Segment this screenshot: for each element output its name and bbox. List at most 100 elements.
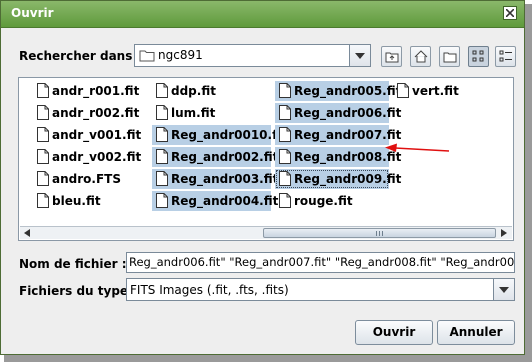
file-icon xyxy=(37,193,49,214)
file-name: andr_r001.fit xyxy=(52,84,140,98)
file-name-input[interactable]: Reg_andr006.fit" "Reg_andr007.fit" "Reg_… xyxy=(126,252,515,273)
file-list-item[interactable]: andr_v001.fit xyxy=(33,125,151,145)
file-icon xyxy=(37,127,49,148)
file-icon xyxy=(37,193,49,208)
file-icon xyxy=(397,83,409,98)
file-icon xyxy=(37,105,49,126)
folder-icon xyxy=(139,50,155,62)
look-in-label: Rechercher dans : xyxy=(19,49,142,63)
file-list-item[interactable]: andr_r001.fit xyxy=(33,81,151,101)
file-icon xyxy=(37,149,49,170)
scrollbar-thumb[interactable] xyxy=(263,228,496,238)
file-list-item[interactable]: andro.FTS xyxy=(33,169,151,189)
file-list-item[interactable]: Reg_andr002.fit xyxy=(152,147,278,170)
file-list-item[interactable]: rouge.fit xyxy=(275,191,389,211)
new-folder-button[interactable] xyxy=(439,46,460,67)
home-button[interactable] xyxy=(410,46,431,67)
open-button[interactable]: Ouvrir xyxy=(355,320,433,345)
file-icon xyxy=(279,105,291,120)
file-icon xyxy=(156,171,168,186)
file-name: andro.FTS xyxy=(52,172,121,186)
arrow-left-icon xyxy=(24,229,30,237)
file-list-item[interactable]: ddp.fit xyxy=(152,81,271,101)
file-list[interactable]: andr_r001.fit andr_r002.fit andr_v001.fita… xyxy=(18,77,514,241)
file-type-combo[interactable]: FITS Images (.fit, .fts, .fits) xyxy=(126,278,515,301)
file-type-value: FITS Images (.fit, .fts, .fits) xyxy=(130,283,289,297)
file-name: Reg_andr004.fit xyxy=(171,194,279,208)
file-name: lum.fit xyxy=(171,106,216,120)
file-icon xyxy=(397,83,409,104)
file-name: vert.fit xyxy=(412,84,459,98)
folder-up-icon xyxy=(385,52,399,63)
file-list-item[interactable]: Reg_andr003.fit xyxy=(152,169,278,189)
file-icon xyxy=(156,127,168,148)
file-type-label: Fichiers du type : xyxy=(19,284,138,298)
annotation-arrow-icon xyxy=(385,143,450,152)
file-icon xyxy=(37,171,49,186)
open-dialog: Ouvrir Rechercher dans : ngc891 andr_r00… xyxy=(0,0,525,355)
file-list-item[interactable]: Reg_andr006.fit xyxy=(275,103,401,126)
file-list-item[interactable]: vert.fit xyxy=(393,81,473,101)
file-list-item[interactable]: Reg_andr005.fit xyxy=(275,81,401,104)
up-one-level-button[interactable] xyxy=(381,46,402,67)
arrow-right-icon xyxy=(501,229,507,237)
close-icon xyxy=(506,9,514,17)
file-icon xyxy=(37,171,49,192)
file-name: Reg_andr006.fit xyxy=(294,106,402,120)
file-icon xyxy=(156,149,168,164)
file-icon xyxy=(156,83,168,98)
file-icon xyxy=(37,83,49,104)
file-icon xyxy=(279,193,291,214)
look-in-dropdown-arrow[interactable] xyxy=(349,45,370,66)
file-name: andr_v001.fit xyxy=(52,128,142,142)
file-icon xyxy=(279,127,291,142)
scroll-right-button[interactable] xyxy=(498,227,511,239)
file-icon xyxy=(279,127,291,148)
file-name: andr_r002.fit xyxy=(52,106,140,120)
horizontal-scrollbar[interactable] xyxy=(20,226,512,239)
chevron-down-icon xyxy=(355,52,365,59)
file-list-item[interactable]: lum.fit xyxy=(152,103,271,123)
file-list-item[interactable]: andr_v002.fit xyxy=(33,147,151,167)
file-icon xyxy=(37,105,49,120)
cancel-button[interactable]: Annuler xyxy=(437,320,515,345)
file-list-item[interactable]: Reg_andr0010.fit xyxy=(152,125,287,148)
file-list-item[interactable]: andr_r002.fit xyxy=(33,103,151,123)
file-name-label: Nom de fichier : xyxy=(19,257,127,271)
file-list-item[interactable]: Reg_andr009.fit xyxy=(275,169,401,192)
file-icon xyxy=(156,105,168,126)
file-icon xyxy=(37,127,49,142)
chevron-down-icon xyxy=(499,286,509,293)
title-bar[interactable]: Ouvrir xyxy=(1,1,524,28)
file-name: bleu.fit xyxy=(52,194,101,208)
file-icon xyxy=(37,83,49,98)
scroll-left-button[interactable] xyxy=(21,227,34,239)
details-view-button[interactable] xyxy=(495,46,516,67)
file-name: andr_v002.fit xyxy=(52,150,142,164)
look-in-combo[interactable]: ngc891 xyxy=(134,44,371,67)
file-icon xyxy=(156,127,168,142)
file-list-item[interactable]: Reg_andr007.fit xyxy=(275,125,401,148)
file-icon xyxy=(156,105,168,120)
close-button[interactable] xyxy=(503,6,517,20)
file-name-value: Reg_andr006.fit" "Reg_andr007.fit" "Reg_… xyxy=(129,255,515,269)
file-icon xyxy=(279,193,291,208)
list-view-button[interactable] xyxy=(468,46,489,67)
file-list-item[interactable]: Reg_andr008.fit xyxy=(275,147,401,167)
file-icon xyxy=(279,171,291,186)
file-list-item[interactable]: bleu.fit xyxy=(33,191,151,211)
list-view-icon xyxy=(472,50,484,62)
file-name: Reg_andr002.fit xyxy=(171,150,279,164)
file-icon xyxy=(279,105,291,126)
file-name: Reg_andr009.fit xyxy=(294,172,402,186)
file-icon xyxy=(279,171,291,192)
file-list-item[interactable]: Reg_andr004.fit xyxy=(152,191,278,211)
file-icon xyxy=(279,83,291,104)
file-type-dropdown-arrow[interactable] xyxy=(493,279,514,300)
file-name: Reg_andr005.fit xyxy=(294,84,402,98)
file-icon xyxy=(37,149,49,164)
file-icon xyxy=(156,83,168,104)
file-name: Reg_andr003.fit xyxy=(171,172,279,186)
file-icon xyxy=(156,149,168,170)
window-title: Ouvrir xyxy=(11,6,54,20)
